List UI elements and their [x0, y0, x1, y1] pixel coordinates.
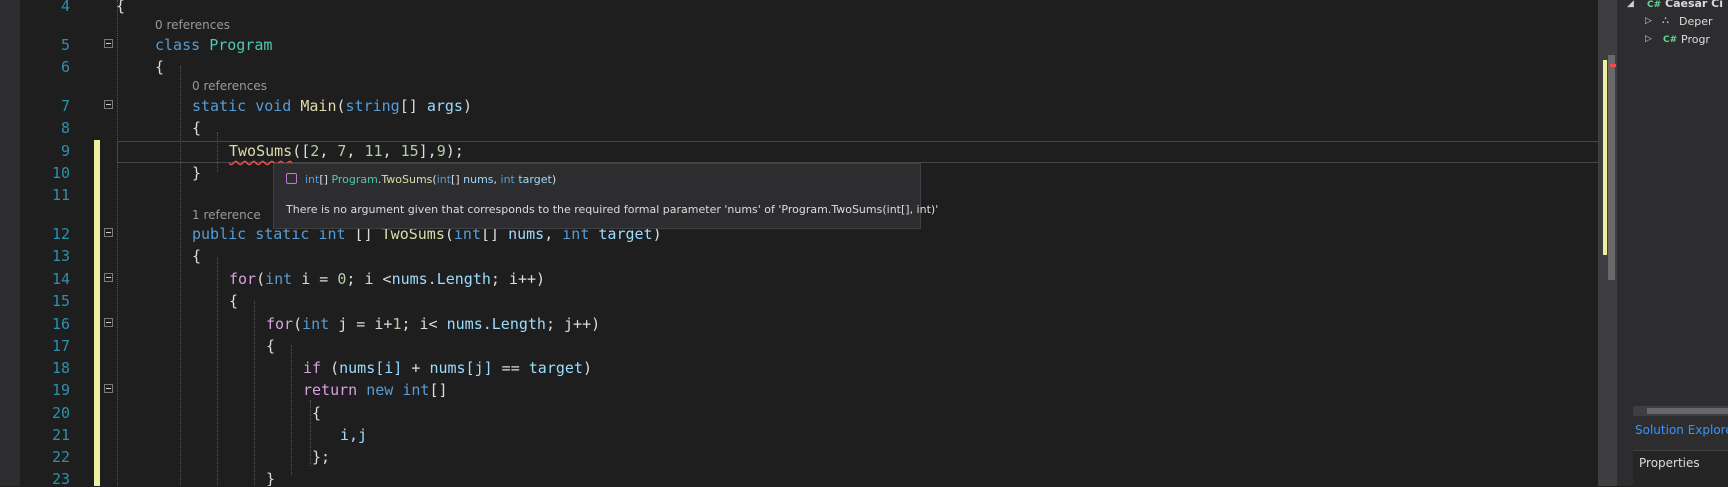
- collapse-icon[interactable]: [104, 384, 113, 393]
- csharp-project-icon: C#: [1647, 0, 1662, 10]
- tree-item-project[interactable]: ◢ C# Caesar Ci: [1617, 0, 1728, 14]
- code-line: 21 i,j: [20, 424, 1610, 446]
- code-text: {: [116, 0, 126, 15]
- line-number: 23: [51, 470, 70, 486]
- code-text: for(int j = i+1; i< nums.Length; j++): [266, 315, 601, 333]
- solution-explorer-panel: ◢ C# Caesar Ci ▷ ⛬ Deper ▷ C# Progr Solu…: [1616, 0, 1728, 487]
- code-text: {: [312, 404, 322, 422]
- tree-item-dependencies[interactable]: ▷ ⛬ Deper: [1617, 13, 1728, 31]
- line-number: 10: [51, 164, 70, 182]
- code-text: {: [192, 247, 202, 265]
- line-number: 8: [60, 119, 70, 137]
- csharp-file-icon: C#: [1663, 35, 1678, 45]
- code-text: static void Main(string[] args): [192, 97, 472, 115]
- collapse-icon[interactable]: [104, 100, 113, 109]
- line-number: 16: [51, 315, 70, 333]
- code-text: {: [192, 119, 202, 137]
- code-editor[interactable]: 0 references 0 references 1 reference 4 …: [20, 0, 1610, 486]
- scrollbar-change-marker: [1603, 60, 1607, 255]
- code-line: 23 }: [20, 468, 1610, 486]
- code-line: 15 {: [20, 290, 1610, 312]
- code-line: 4 {: [20, 0, 1610, 17]
- line-number: 13: [51, 247, 70, 265]
- collapsed-arrow-icon[interactable]: ▷: [1645, 34, 1652, 44]
- line-number: 17: [51, 337, 70, 355]
- error-squiggle: TwoSums: [229, 142, 293, 160]
- dependencies-icon: ⛬: [1662, 15, 1669, 26]
- tooltip-signature: int[] Program.TwoSums(int[] nums, int ta…: [286, 173, 556, 186]
- code-line: 19 return new int[]: [20, 379, 1610, 401]
- code-text: return new int[]: [303, 381, 448, 399]
- code-text: for(int i = 0; i <nums.Length; i++): [229, 270, 546, 288]
- tree-item-program[interactable]: ▷ C# Progr: [1617, 31, 1728, 49]
- line-number: 6: [60, 58, 70, 76]
- tree-item-label: Caesar Ci: [1665, 0, 1724, 10]
- code-line: 14 for(int i = 0; i <nums.Length; i++): [20, 268, 1610, 290]
- code-text: {: [229, 292, 239, 310]
- collapsed-arrow-icon[interactable]: ▷: [1645, 16, 1652, 26]
- codelens-references[interactable]: 0 references: [192, 79, 267, 93]
- line-number: 20: [51, 404, 70, 422]
- code-text: class Program: [155, 36, 273, 54]
- scrollbar-thumb[interactable]: [1608, 55, 1615, 280]
- code-text: i,j: [340, 426, 368, 444]
- scrollbar-thumb[interactable]: [1647, 408, 1728, 414]
- line-number: 4: [60, 0, 70, 15]
- code-line: 22 };: [20, 446, 1610, 468]
- line-number: 7: [60, 97, 70, 115]
- left-margin: [0, 0, 20, 486]
- code-text: {: [266, 337, 276, 355]
- method-icon: [286, 173, 297, 184]
- code-text: {: [155, 58, 165, 76]
- code-line: 5 class Program: [20, 34, 1610, 56]
- line-number: 11: [51, 186, 70, 204]
- line-number: 9: [60, 142, 70, 160]
- quickinfo-tooltip: int[] Program.TwoSums(int[] nums, int ta…: [273, 163, 938, 229]
- code-text: }: [266, 470, 276, 486]
- tab-solution-explorer[interactable]: Solution Explorer: [1635, 423, 1728, 437]
- tree-item-label: Progr: [1681, 33, 1710, 46]
- tree-item-label: Deper: [1679, 15, 1713, 28]
- line-number: 19: [51, 381, 70, 399]
- collapse-icon[interactable]: [104, 39, 113, 48]
- code-line: 7 static void Main(string[] args): [20, 95, 1610, 117]
- properties-panel: Properties: [1633, 450, 1728, 487]
- code-line: 20 {: [20, 402, 1610, 424]
- line-number: 5: [60, 36, 70, 54]
- line-number: 14: [51, 270, 70, 288]
- line-number: 15: [51, 292, 70, 310]
- code-line: 18 if (nums[i] + nums[j] == target): [20, 357, 1610, 379]
- line-number: 18: [51, 359, 70, 377]
- collapse-icon[interactable]: [104, 228, 113, 237]
- code-text: if (nums[i] + nums[j] == target): [303, 359, 592, 377]
- code-text: }: [192, 164, 202, 182]
- tooltip-error-message: There is no argument given that correspo…: [286, 203, 939, 216]
- properties-title[interactable]: Properties: [1639, 456, 1700, 470]
- code-line: 6 {: [20, 56, 1610, 78]
- expanded-arrow-icon[interactable]: ◢: [1627, 0, 1634, 9]
- line-number: 22: [51, 448, 70, 466]
- codelens-references[interactable]: 1 reference: [192, 208, 261, 222]
- code-line: 8 {: [20, 117, 1610, 139]
- code-text: TwoSums([2, 7, 11, 15],9);: [229, 142, 464, 160]
- collapse-icon[interactable]: [104, 273, 113, 282]
- codelens-references[interactable]: 0 references: [155, 18, 230, 32]
- code-line: 13 {: [20, 245, 1610, 267]
- line-number: 21: [51, 426, 70, 444]
- collapse-icon[interactable]: [104, 318, 113, 327]
- code-line: 17 {: [20, 335, 1610, 357]
- code-line: 16 for(int j = i+1; i< nums.Length; j++): [20, 313, 1610, 335]
- code-text: };: [312, 448, 331, 466]
- code-line: 9 TwoSums([2, 7, 11, 15],9);: [20, 140, 1610, 162]
- line-number: 12: [51, 225, 70, 243]
